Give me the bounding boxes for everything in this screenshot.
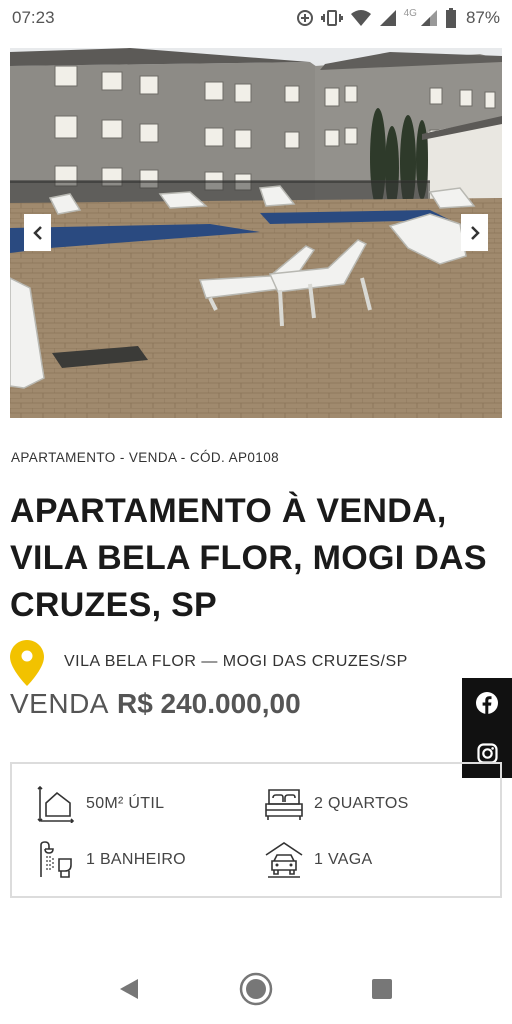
listing-location: VILA BELA FLOR — MOGI DAS CRUZES/SP xyxy=(10,640,480,688)
feature-bathrooms: 1 BANHEIRO xyxy=(36,840,186,880)
shower-icon xyxy=(40,841,72,878)
feature-area: 50M² ÚTIL xyxy=(36,784,164,824)
back-triangle-icon xyxy=(120,979,138,999)
recents-square-icon xyxy=(372,979,392,999)
feature-bedrooms: 2 QUARTOS xyxy=(264,784,409,824)
feature-parking-text: 1 VAGA xyxy=(314,851,373,868)
price-value: R$ 240.000,00 xyxy=(116,688,301,719)
chevron-left-icon xyxy=(32,225,42,240)
bed-icon xyxy=(265,789,303,820)
listing-breadcrumb: APARTAMENTO - VENDA - CÓD. AP0108 xyxy=(11,450,280,465)
status-time: 07:23 xyxy=(12,8,55,27)
instagram-icon xyxy=(476,742,498,764)
system-nav-bar xyxy=(0,950,512,1024)
garage-icon xyxy=(265,842,303,878)
property-photo xyxy=(10,48,502,418)
signal-icon-2 xyxy=(420,10,437,26)
battery-icon xyxy=(445,8,456,28)
house-area-icon xyxy=(37,785,75,823)
chevron-right-icon xyxy=(470,225,480,240)
feature-bathrooms-text: 1 BANHEIRO xyxy=(86,851,186,868)
feature-area-text: 50M² ÚTIL xyxy=(86,795,165,812)
price-row: VENDA R$ 240.000,00 xyxy=(10,688,301,720)
nav-back-button[interactable] xyxy=(112,972,146,1006)
photo-carousel[interactable] xyxy=(10,48,502,418)
network-type-label: 4G xyxy=(403,7,417,19)
data-saver-icon xyxy=(296,10,313,26)
wifi-icon xyxy=(350,10,371,26)
nav-recents-button[interactable] xyxy=(365,972,399,1006)
map-pin-icon xyxy=(10,640,44,686)
feature-parking: 1 VAGA xyxy=(264,840,372,880)
carousel-prev-button[interactable] xyxy=(24,214,51,251)
carousel-next-button[interactable] xyxy=(461,214,488,251)
facebook-button[interactable] xyxy=(462,678,512,728)
facebook-icon xyxy=(476,692,498,714)
vibrate-icon xyxy=(320,10,343,26)
price-label: VENDA xyxy=(10,688,109,719)
feature-bedrooms-text: 2 QUARTOS xyxy=(314,795,409,812)
status-icons: 4G 87% xyxy=(296,6,500,30)
nav-home-button[interactable] xyxy=(239,972,273,1006)
home-circle-icon xyxy=(239,972,273,1006)
features-box: 50M² ÚTIL 2 QUARTOS 1 BANHEIRO 1 VAGA xyxy=(10,762,502,898)
signal-icon xyxy=(379,10,396,26)
listing-title: APARTAMENTO À VENDA, VILA BELA FLOR, MOG… xyxy=(10,492,487,624)
location-text: VILA BELA FLOR — MOGI DAS CRUZES/SP xyxy=(64,653,408,670)
battery-percent: 87% xyxy=(465,8,500,27)
status-bar: 07:23 4G 87% xyxy=(0,0,512,36)
